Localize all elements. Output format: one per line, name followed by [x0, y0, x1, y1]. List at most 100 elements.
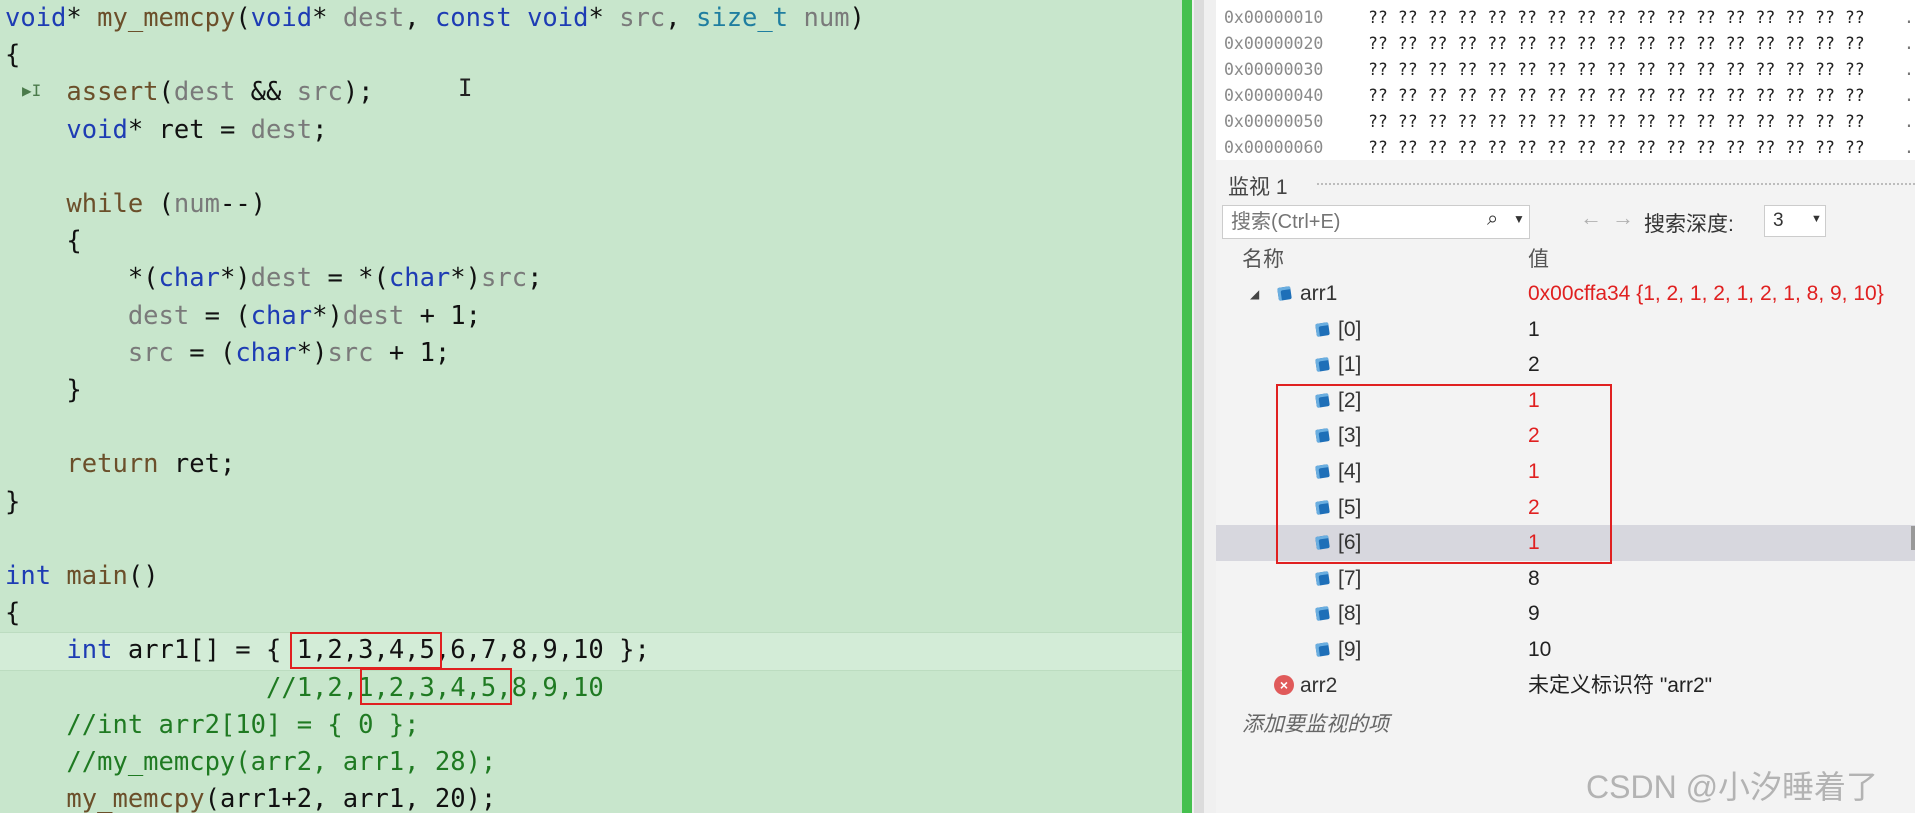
tab-grip: [1316, 182, 1915, 187]
code-token: void: [527, 3, 589, 33]
scrollbar-thumb[interactable]: [1911, 526, 1915, 550]
variable-icon: [1315, 357, 1330, 373]
memory-bytes: ?? ?? ?? ?? ?? ?? ?? ?? ?? ?? ?? ?? ?? ?…: [1368, 86, 1865, 105]
code-token: = (: [173, 337, 236, 368]
add-watch-item[interactable]: 添加要监视的项: [1242, 708, 1389, 738]
debug-panel: 0x00000010 ?? ?? ?? ?? ?? ?? ?? ?? ?? ?? …: [1216, 0, 1915, 813]
code-token: void: [250, 3, 313, 33]
code-token: while: [66, 189, 144, 219]
code-token: char: [158, 263, 220, 294]
watch-row[interactable]: [9] 10: [1216, 632, 1915, 668]
code-token: ,: [404, 3, 435, 33]
expand-triangle-icon[interactable]: ◢: [1250, 276, 1259, 312]
search-depth-select[interactable]: 3 ▼: [1764, 205, 1826, 237]
watch-row[interactable]: [0] 1: [1216, 312, 1915, 348]
watch-value: 9: [1528, 602, 1540, 626]
highlight-box-result: [360, 668, 512, 705]
code-line: assert(dest && src);: [5, 74, 374, 111]
back-arrow-icon[interactable]: ←: [1580, 205, 1602, 231]
memory-ascii: .: [1904, 86, 1914, 105]
memory-address: 0x00000050: [1224, 112, 1324, 131]
watch-value: 0x00cffa34 {1, 2, 1, 2, 1, 2, 1, 8, 9, 1…: [1528, 282, 1884, 305]
step-arrow-icon[interactable]: ▶I: [22, 81, 46, 101]
code-token: );: [342, 77, 374, 108]
code-editor[interactable]: void* my_memcpy(void* dest, const void* …: [0, 0, 1182, 813]
code-token: }: [5, 486, 21, 517]
code-token: char: [250, 300, 313, 331]
code-token: *: [312, 3, 343, 33]
code-line: dest = (char*)dest + 1;: [5, 298, 481, 335]
code-token: *(: [5, 263, 159, 294]
memory-row: 0x00000050 ?? ?? ?? ?? ?? ?? ?? ?? ?? ?? …: [1224, 109, 1914, 135]
memory-row: 0x00000060 ?? ?? ?? ?? ?? ?? ?? ?? ?? ?? …: [1224, 135, 1914, 161]
code-line: {: [5, 37, 20, 74]
memory-address: 0x00000030: [1224, 60, 1324, 79]
scroll-gutter[interactable]: [1192, 0, 1217, 813]
column-header-name[interactable]: 名称: [1242, 243, 1284, 273]
code-token: (: [158, 77, 174, 108]
search-input[interactable]: [1223, 206, 1463, 238]
code-token: src: [327, 337, 374, 368]
code-token: (arr1+2, arr1, 20);: [204, 784, 497, 813]
watermark: CSDN @小汐睡着了: [1586, 769, 1879, 805]
watch-row[interactable]: [7] 8: [1216, 561, 1915, 597]
code-token: char: [235, 337, 297, 368]
watch-row[interactable]: ◢ arr1 0x00cffa34 {1, 2, 1, 2, 1, 2, 1, 8,…: [1216, 276, 1915, 312]
watch-row[interactable]: [8] 9: [1216, 596, 1915, 632]
code-token: src: [127, 337, 174, 368]
code-token: num: [173, 189, 220, 219]
watch-name: [0]: [1338, 317, 1362, 341]
code-token: *): [219, 263, 251, 294]
code-token: void: [66, 114, 128, 145]
watch-row[interactable]: [1] 2: [1216, 347, 1915, 383]
code-line: int main(): [5, 558, 159, 595]
code-token: dest: [250, 114, 313, 145]
code-line: {: [5, 595, 20, 632]
pane-splitter[interactable]: [1182, 0, 1192, 813]
code-token: dest: [127, 300, 190, 331]
search-depth-value: 3: [1773, 210, 1784, 231]
memory-bytes: ?? ?? ?? ?? ?? ?? ?? ?? ?? ?? ?? ?? ?? ?…: [1368, 138, 1865, 157]
memory-address: 0x00000060: [1224, 138, 1324, 157]
code-token: const: [434, 3, 512, 33]
code-token: ;: [527, 263, 543, 294]
code-token: my_memcpy: [66, 784, 205, 813]
memory-address: 0x00000040: [1224, 86, 1324, 105]
watch-name: [9]: [1338, 638, 1362, 661]
memory-row: 0x00000040 ?? ?? ?? ?? ?? ?? ?? ?? ?? ?? …: [1224, 83, 1914, 109]
memory-ascii: .: [1904, 112, 1914, 131]
variable-icon: [1315, 642, 1330, 657]
watch-tab-title: 监视 1: [1228, 176, 1288, 199]
code-token: src: [481, 263, 528, 294]
code-token: my_memcpy: [97, 3, 236, 33]
code-token: int: [5, 561, 52, 591]
search-box[interactable]: ⌕ ▼: [1222, 205, 1530, 239]
code-token: int: [66, 635, 113, 666]
code-token: main: [66, 561, 128, 591]
memory-row: 0x00000020 ?? ?? ?? ?? ?? ?? ?? ?? ?? ?? …: [1224, 31, 1914, 57]
watch-row[interactable]: × arr2 未定义标识符 "arr2": [1216, 668, 1915, 704]
watch-tab[interactable]: 监视 1: [1216, 166, 1915, 200]
code-token: *: [588, 3, 620, 33]
column-header-value[interactable]: 值: [1528, 243, 1549, 273]
memory-address: 0x00000010: [1224, 8, 1324, 27]
watch-name: arr1: [1300, 282, 1338, 305]
watch-name: [7]: [1338, 566, 1362, 590]
forward-arrow-icon[interactable]: →: [1612, 205, 1634, 231]
variable-icon: [1315, 321, 1330, 337]
code-token: dest: [250, 263, 313, 294]
code-token: {: [5, 226, 82, 257]
code-token: src: [619, 3, 666, 33]
chevron-down-icon[interactable]: ▼: [1513, 212, 1525, 226]
search-icon[interactable]: ⌕: [1487, 208, 1498, 231]
code-token: ): [849, 3, 865, 33]
code-line: void* my_memcpy(void* dest, const void* …: [5, 0, 865, 37]
memory-bytes: ?? ?? ?? ?? ?? ?? ?? ?? ?? ?? ?? ?? ?? ?…: [1368, 34, 1865, 53]
code-token: //my_memcpy(arr2, arr1, 28);: [5, 747, 497, 777]
memory-ascii: .: [1904, 8, 1914, 27]
code-token: size_t: [696, 3, 789, 33]
